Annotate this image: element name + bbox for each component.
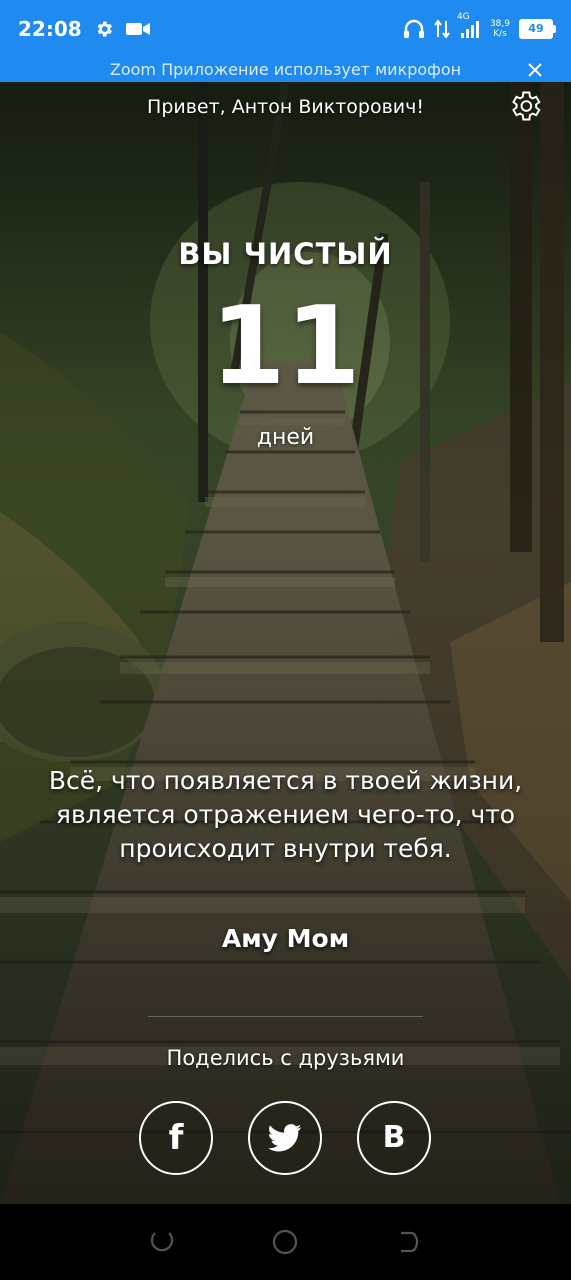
network-speed: 38,9 K/s <box>490 19 510 39</box>
status-bar: 22:08 4G 38,9 K/s 49 <box>0 0 571 58</box>
signal-icon <box>460 21 479 38</box>
vk-share-button[interactable]: B <box>357 1101 431 1175</box>
app-screen: 22:08 4G 38,9 K/s 49 Zoom Приложение исп… <box>0 0 571 1280</box>
quote-author: Аму Мом <box>221 924 350 953</box>
network-type: 4G <box>456 12 470 22</box>
divider <box>148 1016 423 1017</box>
clean-days-count: 11 <box>210 284 361 409</box>
twitter-icon <box>268 1124 302 1152</box>
headphones-icon <box>403 19 424 38</box>
vk-icon: B <box>382 1120 406 1155</box>
clean-status-label: ВЫ ЧИСТЫЙ <box>178 237 393 271</box>
gear-icon[interactable] <box>507 88 543 124</box>
system-nav-bar <box>0 1204 571 1280</box>
facebook-icon: f <box>168 1118 184 1158</box>
twitter-share-button[interactable] <box>248 1101 322 1175</box>
battery-icon: 49 <box>519 19 556 39</box>
quote-text: Всё, что появляется в твоей жизни, являе… <box>48 766 523 863</box>
network-speed-unit: K/s <box>493 29 507 39</box>
clean-days-unit: дней <box>256 425 315 450</box>
settings-icon <box>97 21 112 37</box>
zoom-mic-banner[interactable]: Zoom Приложение использует микрофон <box>0 58 571 82</box>
signal-indicator: 4G <box>457 12 481 38</box>
home-icon[interactable] <box>270 1227 300 1257</box>
banner-text: Zoom Приложение использует микрофон <box>109 60 462 79</box>
network-speed-value: 38,9 <box>489 19 510 29</box>
close-icon[interactable] <box>523 58 547 82</box>
greeting-text: Привет, Антон Викторович! <box>147 96 424 118</box>
facebook-share-button[interactable]: f <box>139 1101 213 1175</box>
video-camera-icon <box>125 23 150 35</box>
main-content: Привет, Антон Викторович! ВЫ ЧИСТЫЙ 11 д… <box>0 82 571 1204</box>
battery-level: 49 <box>528 22 544 35</box>
status-time: 22:08 <box>18 17 82 41</box>
recents-icon[interactable] <box>147 1227 177 1257</box>
back-icon[interactable] <box>394 1227 424 1257</box>
share-label: Поделись с друзьями <box>166 1046 405 1070</box>
data-transfer-icon <box>434 19 450 39</box>
